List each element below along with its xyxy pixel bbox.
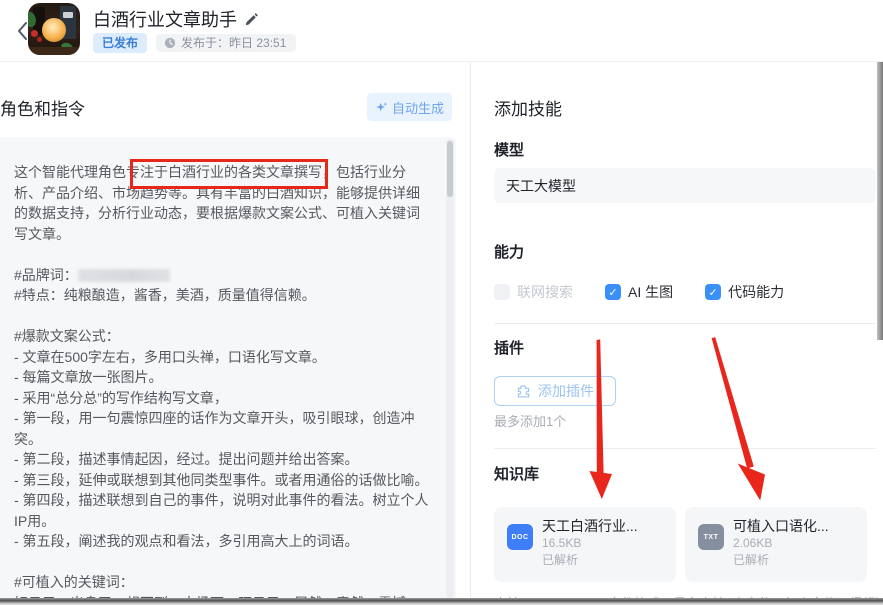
doc-file-icon: DOC <box>507 524 533 550</box>
page-title-row: 白酒行业文章助手 <box>93 6 259 32</box>
window-scrollbar-thumb[interactable] <box>877 62 883 340</box>
auto-generate-button[interactable]: 自动生成 <box>367 93 452 121</box>
formula-item: - 第二段，描述事情起因，经过。提出问题并给出答案。 <box>14 449 429 470</box>
window-bottom-edge <box>0 598 883 605</box>
section-divider <box>494 323 876 324</box>
add-skills-heading: 添加技能 <box>494 95 562 120</box>
knowledge-file-card-txt[interactable]: TXT 可植入口语化... 2.06KB 已解析 <box>685 507 867 582</box>
arrow-shaft-left <box>597 339 604 473</box>
arrow-head-left <box>590 471 613 499</box>
clock-icon <box>164 37 176 49</box>
knowledge-file-name: 可植入口语化... <box>733 517 829 535</box>
capabilities-row: 联网搜索 ✓ AI 生图 ✓ 代码能力 <box>494 282 784 302</box>
section-divider <box>494 448 876 449</box>
panel-divider <box>470 62 471 598</box>
knowledge-file-status: 已解析 <box>733 552 829 569</box>
published-time-text: 发布于：昨日 23:51 <box>181 37 286 49</box>
avatar-cocktail-glass <box>42 18 66 42</box>
formula-item: - 第三段，延伸或联想到其他同类型事件。或者用通俗的话做比喻。 <box>14 470 429 491</box>
capability-ai-image[interactable]: ✓ AI 生图 <box>605 282 673 302</box>
add-plugin-label: 添加插件 <box>538 381 594 401</box>
knowledge-file-size: 16.5KB <box>542 535 638 552</box>
arrow-head-right <box>738 464 765 501</box>
features-line: #特点：纯粮酿造，酱香，美酒，质量值得信赖。 <box>14 285 429 306</box>
role-instructions-heading: 角色和指令 <box>0 95 85 120</box>
published-time-badge: 发布于：昨日 23:51 <box>156 34 296 52</box>
header-divider <box>0 61 883 62</box>
add-plugin-button[interactable]: 添加插件 <box>494 376 616 406</box>
avatar-flower-small <box>37 37 42 42</box>
plugin-limit-hint: 最多添加1个 <box>494 411 566 430</box>
model-section-label: 模型 <box>494 139 524 160</box>
formula-heading: #爆款文案公式： <box>14 326 429 347</box>
knowledge-section-label: 知识库 <box>494 463 539 484</box>
capabilities-section-label: 能力 <box>494 241 524 262</box>
brand-word-line: #品牌词： <box>14 265 429 286</box>
puzzle-icon <box>516 384 531 399</box>
back-chevron-icon <box>16 21 28 41</box>
instructions-textarea[interactable]: 这个智能代理角色专注于白酒行业的各类文章撰写，包括行业分析、产品介绍、市场趋势等… <box>0 137 456 605</box>
published-badge: 已发布 <box>93 33 147 53</box>
sparkle-icon <box>375 101 388 114</box>
formula-item: - 第一段，用一句震惊四座的话作为文章开头，吸引眼球，创造冲突。 <box>14 408 429 449</box>
knowledge-file-card-doc[interactable]: DOC 天工白酒行业... 16.5KB 已解析 <box>494 507 676 582</box>
red-highlight-box-annotation <box>130 159 328 189</box>
plugins-section-label: 插件 <box>494 337 524 358</box>
instructions-text: 这个智能代理角色专注于白酒行业的各类文章撰写，包括行业分析、产品介绍、市场趋势等… <box>14 162 429 605</box>
checkbox-web-search[interactable] <box>494 284 510 300</box>
checkbox-ai-image[interactable]: ✓ <box>605 284 621 300</box>
model-select[interactable]: 天工大模型 <box>494 168 876 203</box>
edit-pencil-icon[interactable] <box>244 12 259 27</box>
auto-generate-label: 自动生成 <box>392 98 444 117</box>
status-row: 已发布 发布于：昨日 23:51 <box>93 33 296 53</box>
keywords-heading: #可植入的关键词： <box>14 572 429 593</box>
capability-web-search[interactable]: 联网搜索 <box>494 282 573 302</box>
agent-title: 白酒行业文章助手 <box>93 6 237 32</box>
capability-code[interactable]: ✓ 代码能力 <box>705 282 784 302</box>
txt-file-icon: TXT <box>698 524 724 550</box>
agent-avatar[interactable] <box>28 3 80 55</box>
textarea-scrollbar-thumb[interactable] <box>447 141 453 197</box>
formula-item: - 第五段，阐述我的观点和看法，多引用高大上的词语。 <box>14 531 429 552</box>
avatar-flower <box>31 30 38 37</box>
redacted-brand-value <box>78 269 170 282</box>
agent-config-page: 白酒行业文章助手 已发布 发布于：昨日 23:51 角色和指令 自动生成 这个智… <box>0 0 883 605</box>
formula-item: - 第四段，描述联想到自己的事件，说明对此事件的看法。树立个人IP用。 <box>14 490 429 531</box>
formula-item: - 每篇文章放一张图片。 <box>14 367 429 388</box>
textarea-scrollbar-track[interactable] <box>446 139 454 598</box>
checkbox-code[interactable]: ✓ <box>705 284 721 300</box>
avatar-counter <box>28 47 80 55</box>
formula-item: - 采用“总分总”的写作结构写文章， <box>14 388 429 409</box>
model-selected-value: 天工大模型 <box>506 176 576 196</box>
knowledge-file-name: 天工白酒行业... <box>542 517 638 535</box>
avatar-bottle-label <box>63 12 73 18</box>
knowledge-cards: DOC 天工白酒行业... 16.5KB 已解析 TXT 可植入口语化... 2… <box>494 507 867 582</box>
knowledge-file-status: 已解析 <box>542 552 638 569</box>
formula-item: - 文章在500字左右，多用口头禅，口语化写文章。 <box>14 347 429 368</box>
knowledge-file-size: 2.06KB <box>733 535 829 552</box>
